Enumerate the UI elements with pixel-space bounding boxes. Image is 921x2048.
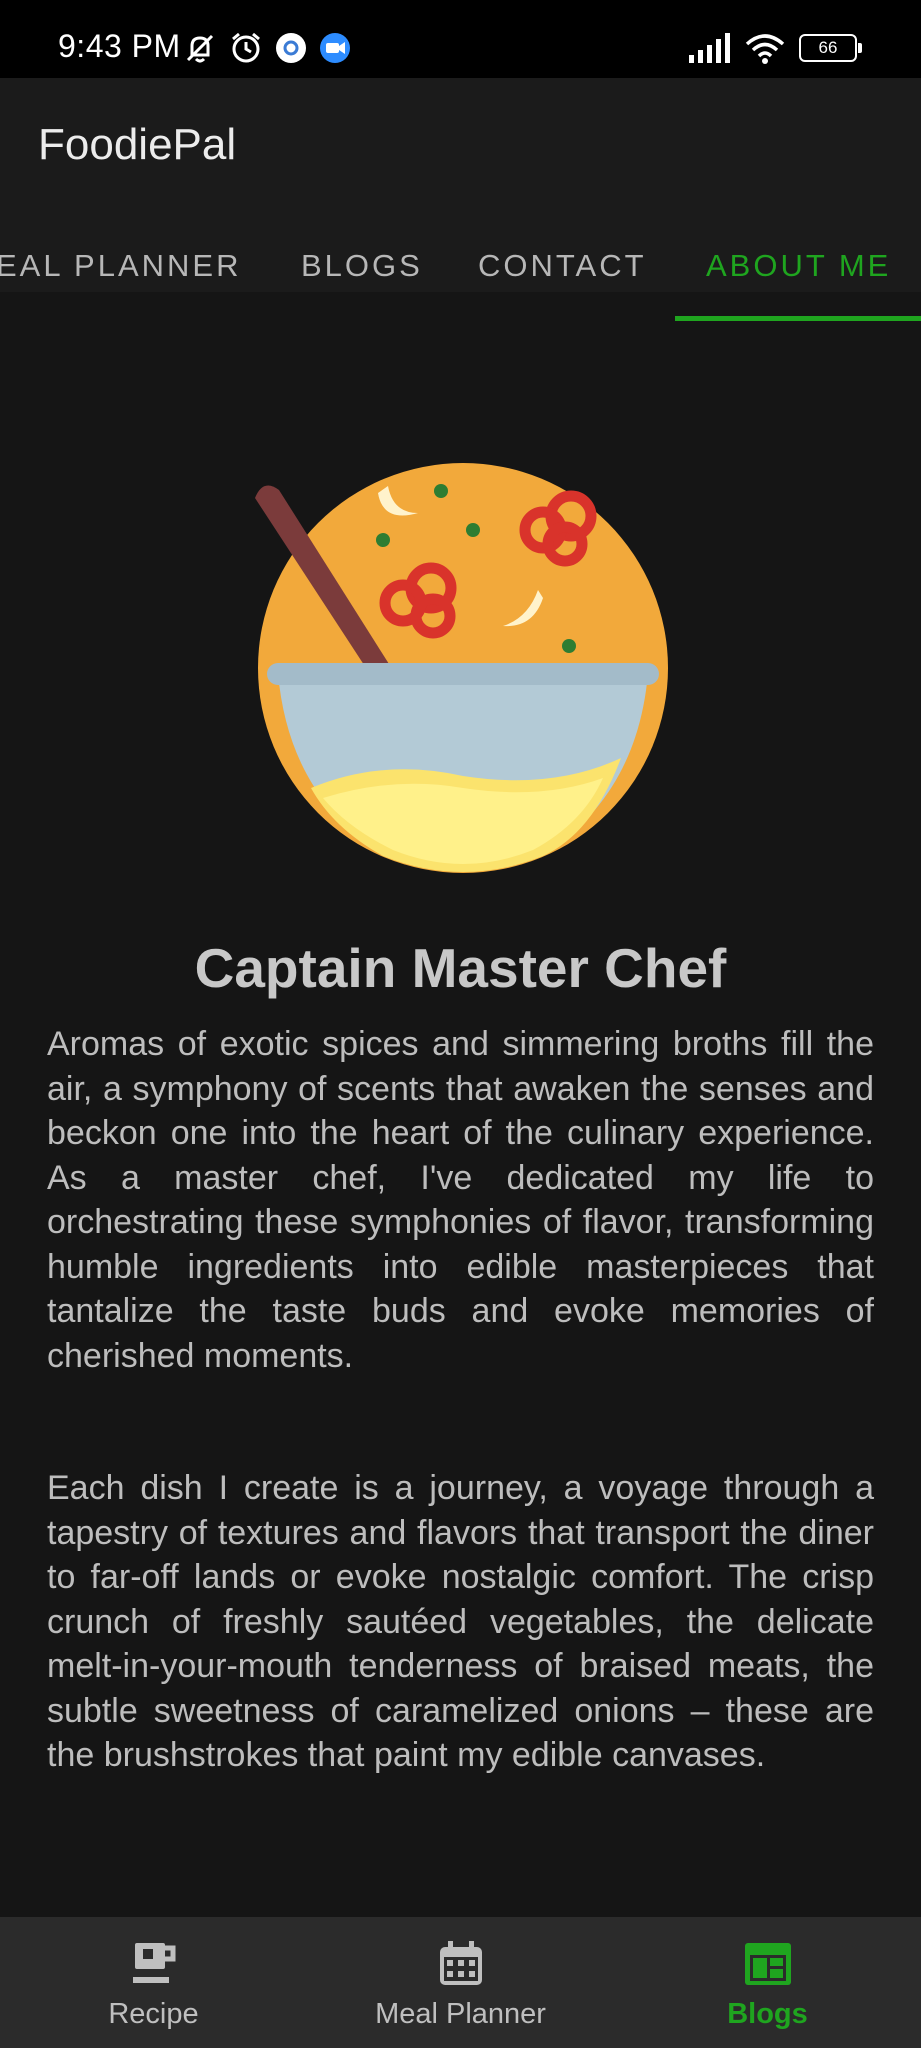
video-call-icon xyxy=(320,33,350,63)
nav-label-blogs: Blogs xyxy=(727,1998,808,2030)
calendar-icon xyxy=(439,1941,482,1985)
page-title: Captain Master Chef xyxy=(194,937,727,999)
status-bar: 9:43 PM 66 xyxy=(0,0,921,78)
battery-indicator: 66 xyxy=(799,34,862,62)
tab-meal-planner[interactable]: EAL PLANNER xyxy=(0,246,242,306)
about-paragraph-2: Each dish I create is a journey, a voyag… xyxy=(47,1469,874,1774)
status-time: 9:43 PM xyxy=(58,28,181,64)
tab-blogs[interactable]: BLOGS xyxy=(301,246,423,306)
about-paragraph-1: Aromas of exotic spices and simmering br… xyxy=(47,1025,874,1375)
status-notification-icons xyxy=(182,30,352,66)
chef-bowl-illustration xyxy=(255,463,668,873)
tab-contact[interactable]: CONTACT xyxy=(478,246,647,306)
nav-item-meal-planner[interactable]: Meal Planner xyxy=(307,1917,614,2048)
bottom-navigation: Recipe Meal Planner Blogs xyxy=(0,1917,921,2048)
tab-about-me[interactable]: ABOUT ME xyxy=(706,246,891,306)
nav-item-recipe[interactable]: Recipe xyxy=(0,1917,307,2048)
cup-icon xyxy=(132,1943,175,1983)
muted-bell-icon xyxy=(186,34,214,63)
nav-label-meal-planner: Meal Planner xyxy=(375,1998,546,2030)
nav-label-recipe: Recipe xyxy=(108,1998,199,2030)
nav-item-blogs[interactable]: Blogs xyxy=(614,1917,921,2048)
active-tab-indicator xyxy=(675,316,921,321)
app-notification-icon xyxy=(276,33,306,63)
alarm-icon xyxy=(232,32,260,63)
app-title: FoodiePal xyxy=(38,120,237,169)
wifi-icon xyxy=(745,34,785,64)
status-system-icons: 66 xyxy=(689,30,862,66)
signal-icon xyxy=(689,33,730,63)
blog-icon xyxy=(744,1943,791,1985)
